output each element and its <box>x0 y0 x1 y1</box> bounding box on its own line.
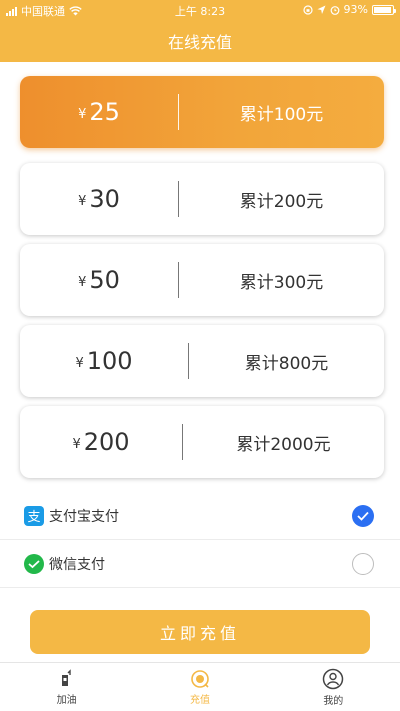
option-amount: 100 <box>86 347 133 375</box>
status-bar: 中国联通 上午 8:23 93% <box>0 0 400 20</box>
tab-label: 充值 <box>189 694 210 706</box>
wechat-icon <box>24 553 44 574</box>
recharge-submit-button[interactable]: 立即充值 <box>30 610 370 654</box>
nav-bar: 在线充值 <box>0 20 400 62</box>
option-total: 累计300元 <box>239 272 324 293</box>
recharge-icon <box>191 669 209 688</box>
radio-unchecked-icon[interactable] <box>352 552 374 575</box>
tab-recharge[interactable]: 充值 <box>133 663 266 711</box>
status-right: 93% <box>302 3 396 16</box>
radio-checked-icon[interactable] <box>352 504 374 527</box>
tab-bar: 加油 充值 我的 <box>0 662 400 711</box>
option-price: ¥100 <box>20 347 188 375</box>
currency-symbol: ¥ <box>72 437 81 452</box>
payment-method-alipay[interactable]: 支 支付宝支付 <box>0 492 400 540</box>
option-amount: 50 <box>89 266 120 294</box>
battery-percent: 93% <box>343 3 368 16</box>
option-total: 累计800元 <box>244 353 329 374</box>
currency-symbol: ¥ <box>78 275 87 290</box>
recharge-option-100[interactable]: ¥100 累计800元 <box>20 325 384 397</box>
payment-method-wechat[interactable]: 微信支付 <box>0 540 400 588</box>
tab-label: 加油 <box>56 694 77 706</box>
recharge-option-25[interactable]: ¥25 累计100元 <box>20 76 384 148</box>
currency-symbol: ¥ <box>78 194 87 209</box>
alipay-icon: 支 <box>24 505 44 526</box>
profile-icon <box>323 668 344 689</box>
option-amount: 30 <box>89 185 120 213</box>
checkmark-icon <box>357 511 369 521</box>
option-total: 累计100元 <box>239 104 324 125</box>
option-divider <box>178 94 179 130</box>
tab-label: 我的 <box>323 695 344 707</box>
tab-profile[interactable]: 我的 <box>267 663 400 711</box>
option-total: 累计2000元 <box>236 434 331 455</box>
payment-label: 支付宝支付 <box>49 508 119 525</box>
option-amount: 200 <box>83 428 130 456</box>
wechat-glyph-icon <box>28 559 40 568</box>
recharge-option-50[interactable]: ¥50 累计300元 <box>20 244 384 316</box>
payment-label: 微信支付 <box>49 556 105 573</box>
option-price: ¥50 <box>20 266 178 294</box>
option-price: ¥200 <box>20 428 182 456</box>
option-total: 累计200元 <box>239 191 324 212</box>
lock-rotation-icon <box>302 4 313 15</box>
tab-fuel[interactable]: 加油 <box>0 663 133 711</box>
battery-icon <box>372 4 396 15</box>
currency-symbol: ¥ <box>78 107 87 122</box>
option-price: ¥30 <box>20 185 178 213</box>
currency-symbol: ¥ <box>75 356 84 371</box>
option-amount: 25 <box>89 98 120 126</box>
page-title: 在线充值 <box>167 33 232 52</box>
alarm-icon <box>330 5 339 15</box>
fuel-icon <box>61 668 71 686</box>
recharge-option-30[interactable]: ¥30 累计200元 <box>20 163 384 235</box>
recharge-option-200[interactable]: ¥200 累计2000元 <box>20 406 384 478</box>
location-icon <box>317 5 326 14</box>
option-price: ¥25 <box>20 98 178 126</box>
